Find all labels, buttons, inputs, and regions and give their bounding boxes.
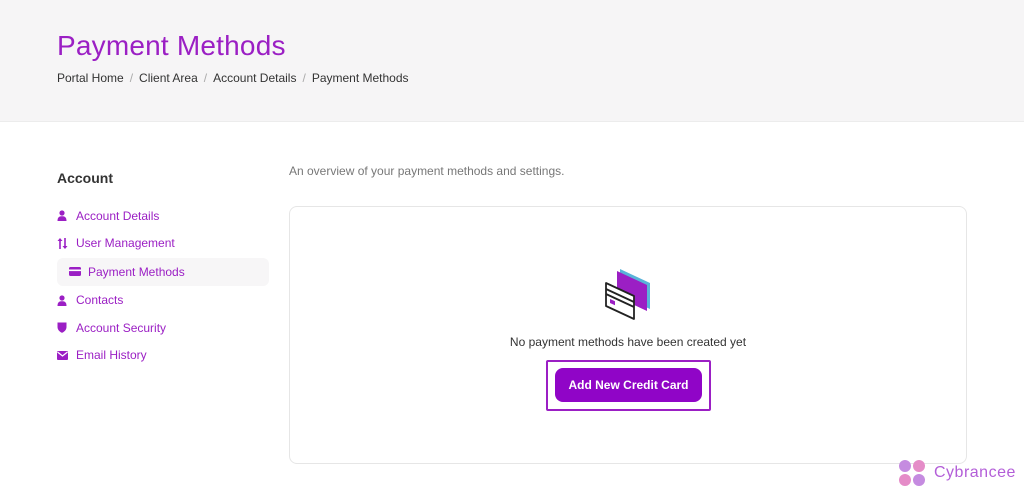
credit-card-icon (69, 267, 88, 277)
breadcrumb-account-details[interactable]: Account Details (213, 71, 296, 85)
sidebar-item-label: Contacts (76, 293, 124, 308)
breadcrumb-separator: / (129, 71, 134, 85)
breadcrumb-separator: / (203, 71, 208, 85)
overview-text: An overview of your payment methods and … (289, 164, 565, 178)
sidebar: Account Account Details User Management … (57, 170, 269, 369)
breadcrumb-client-area[interactable]: Client Area (139, 71, 198, 85)
empty-state-text: No payment methods have been created yet (509, 335, 747, 349)
breadcrumb-separator: / (302, 71, 306, 85)
arrows-updown-icon (57, 237, 76, 249)
sidebar-item-label: Account Security (76, 320, 167, 335)
sidebar-item-email-history[interactable]: Email History (57, 342, 269, 370)
payment-methods-card: No payment methods have been created yet… (289, 206, 967, 464)
cybrancee-logo-icon (898, 459, 926, 487)
envelope-icon (57, 350, 76, 360)
brand-name: Cybrancee (934, 464, 1016, 481)
breadcrumb-portal-home[interactable]: Portal Home (57, 71, 124, 85)
shield-icon (57, 322, 76, 334)
page-title: Payment Methods (57, 30, 286, 61)
main-content: An overview of your payment methods and … (289, 160, 967, 464)
breadcrumb: Portal Home / Client Area / Account Deta… (57, 71, 409, 85)
credit-card-illustration-icon (604, 269, 654, 321)
page-header: Payment Methods Portal Home / Client Are… (0, 0, 1024, 122)
user-icon (57, 295, 76, 306)
sidebar-item-account-details[interactable]: Account Details (57, 202, 269, 230)
sidebar-heading: Account (57, 170, 113, 186)
sidebar-item-user-management[interactable]: User Management (57, 230, 269, 258)
sidebar-item-label: Payment Methods (88, 264, 185, 279)
sidebar-item-payment-methods[interactable]: Payment Methods (57, 258, 269, 286)
brand-logo: Cybrancee (898, 459, 1016, 487)
user-icon (57, 210, 76, 222)
sidebar-item-label: Account Details (76, 208, 160, 223)
sidebar-item-account-security[interactable]: Account Security (57, 314, 269, 342)
add-credit-card-button[interactable]: Add New Credit Card (555, 368, 702, 402)
sidebar-item-label: User Management (76, 236, 175, 251)
sidebar-item-contacts[interactable]: Contacts (57, 287, 269, 315)
sidebar-item-label: Email History (76, 348, 147, 363)
breadcrumb-current: Payment Methods (311, 71, 409, 85)
